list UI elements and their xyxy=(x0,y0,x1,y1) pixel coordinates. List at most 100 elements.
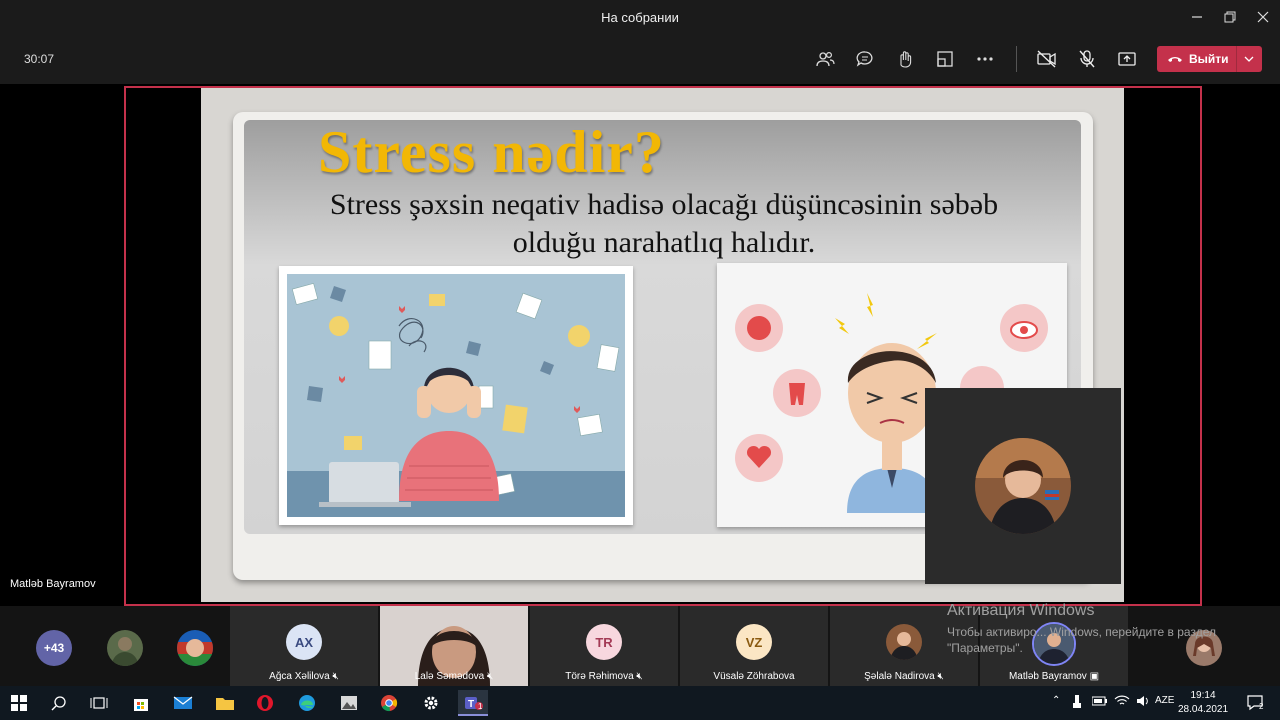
opera-icon xyxy=(257,695,273,711)
task-view-icon xyxy=(90,697,108,709)
store-icon xyxy=(134,699,148,711)
participant-name: Törə Rəhimova 🔇︎ xyxy=(565,671,643,682)
chevron-down-icon xyxy=(1244,56,1254,62)
mic-off-icon xyxy=(1079,50,1095,68)
slide-text-line1: Stress şəxsin neqativ hadisə olacağı düş… xyxy=(329,188,999,221)
stressed-woman-illustration xyxy=(287,274,625,517)
presenter-photo xyxy=(975,438,1071,534)
leave-label: Выйти xyxy=(1189,52,1229,66)
image-app-icon xyxy=(341,696,357,710)
restore-icon xyxy=(1224,11,1236,23)
edge-app[interactable] xyxy=(292,690,322,716)
breakout-rooms-icon xyxy=(937,51,953,67)
show-hidden-icons[interactable]: ⌃ xyxy=(1052,695,1060,706)
task-view-button[interactable] xyxy=(84,690,114,716)
participant-avatar xyxy=(107,630,143,666)
rooms-button[interactable] xyxy=(932,46,958,72)
participant-name: Şəlalə Nadirova 🔇︎ xyxy=(864,671,944,682)
wifi-icon[interactable] xyxy=(1114,695,1130,710)
mic-muted-icon: 🔇︎ xyxy=(937,671,944,682)
reactions-button[interactable] xyxy=(892,46,918,72)
title-bar: На собрании xyxy=(0,0,1280,34)
edge-icon xyxy=(299,695,315,711)
gear-icon xyxy=(424,696,438,710)
microphone-button[interactable] xyxy=(1074,46,1100,72)
camera-button[interactable] xyxy=(1034,46,1060,72)
participant-name: Lalə Səmədova 🔇︎ xyxy=(414,671,494,682)
battery-icon[interactable] xyxy=(1091,695,1108,710)
notification-center-button[interactable]: 2 xyxy=(1240,690,1270,716)
windows-activation-watermark: Активация Windows Чтобы активиро... Wind… xyxy=(947,602,1267,656)
participant-tile[interactable]: TR Törə Rəhimova 🔇︎ xyxy=(530,606,678,686)
minimize-button[interactable] xyxy=(1185,6,1209,28)
settings-app[interactable] xyxy=(416,690,446,716)
restore-button[interactable] xyxy=(1218,6,1242,28)
opera-app[interactable] xyxy=(250,690,280,716)
hang-up-icon xyxy=(1168,57,1182,62)
participant-tile[interactable]: AX Ağca Xəlilova 🔇︎ xyxy=(230,606,378,686)
presenter-video-tile[interactable] xyxy=(925,388,1121,584)
leave-options-button[interactable] xyxy=(1237,56,1262,62)
mic-muted-icon: 🔇︎ xyxy=(332,671,339,682)
presenter-avatar xyxy=(975,438,1071,534)
activation-line1: Чтобы активиро... Windows, перейдите в р… xyxy=(947,625,1216,639)
participant-video-tile[interactable]: Lalə Səmədova 🔇︎ xyxy=(380,606,528,686)
system-clock[interactable]: 19:14 28.04.2021 xyxy=(1178,689,1228,717)
stress-illustration-woman xyxy=(279,266,633,525)
usb-icon[interactable] xyxy=(1072,695,1082,712)
search-icon xyxy=(51,696,66,711)
participant-photo xyxy=(107,630,143,666)
more-participants-count: +43 xyxy=(36,630,72,666)
close-icon xyxy=(1257,11,1269,23)
teams-badge: 1 xyxy=(478,702,483,711)
close-button[interactable] xyxy=(1251,6,1275,28)
minimize-icon xyxy=(1192,16,1202,18)
participant-name: Vüsalə Zöhrabova xyxy=(713,671,795,682)
mail-app[interactable] xyxy=(168,690,198,716)
app-window[interactable] xyxy=(334,690,364,716)
clock-time: 19:14 xyxy=(1190,690,1216,701)
participant-initials: VZ xyxy=(736,624,772,660)
svg-text:T: T xyxy=(468,699,474,710)
volume-icon[interactable] xyxy=(1136,695,1150,710)
chrome-app[interactable] xyxy=(374,690,404,716)
toolbar-divider xyxy=(1016,46,1017,72)
participants-button[interactable] xyxy=(812,46,838,72)
windows-logo-icon xyxy=(11,695,27,711)
participant-avatar xyxy=(177,630,213,666)
teams-app[interactable]: T 1 xyxy=(458,690,488,716)
more-icon xyxy=(977,57,993,61)
participant-initials: AX xyxy=(286,624,322,660)
chat-button[interactable] xyxy=(852,46,878,72)
participant-photo xyxy=(886,624,922,660)
slide-definition: Stress şəxsin neqativ hadisə olacağı düş… xyxy=(264,186,1064,262)
leave-button[interactable]: Выйти xyxy=(1157,46,1262,72)
chat-icon xyxy=(856,51,873,67)
notification-count: 2 xyxy=(1259,702,1264,711)
file-explorer-app[interactable] xyxy=(210,690,240,716)
search-button[interactable] xyxy=(44,690,74,716)
start-button[interactable] xyxy=(4,690,34,716)
share-screen-icon xyxy=(1118,52,1136,66)
participant-tile[interactable] xyxy=(92,606,158,686)
camera-off-icon xyxy=(1037,50,1056,68)
clock-date: 28.04.2021 xyxy=(1178,704,1229,715)
folder-icon xyxy=(216,698,234,710)
participant-tile[interactable] xyxy=(160,606,230,686)
share-button[interactable] xyxy=(1114,46,1140,72)
meeting-toolbar: 30:07 Выйти xyxy=(0,34,1280,84)
participants-icon xyxy=(816,51,835,67)
participant-initials: TR xyxy=(586,624,622,660)
meeting-timer: 30:07 xyxy=(24,52,55,66)
more-actions-button[interactable] xyxy=(972,46,998,72)
participant-avatar xyxy=(886,624,922,660)
participant-tile[interactable]: VZ Vüsalə Zöhrabova xyxy=(680,606,828,686)
input-language[interactable]: AZE xyxy=(1155,695,1174,706)
participant-name: Ağca Xəlilova 🔇︎ xyxy=(269,671,339,682)
chrome-icon xyxy=(381,695,398,712)
store-app[interactable] xyxy=(126,690,156,716)
participant-name: Matləb Bayramov ▣ xyxy=(1008,671,1100,682)
leave-main[interactable]: Выйти xyxy=(1157,52,1236,66)
activation-title: Активация Windows xyxy=(947,602,1095,619)
slide-title: Stress nədir? xyxy=(318,119,665,185)
